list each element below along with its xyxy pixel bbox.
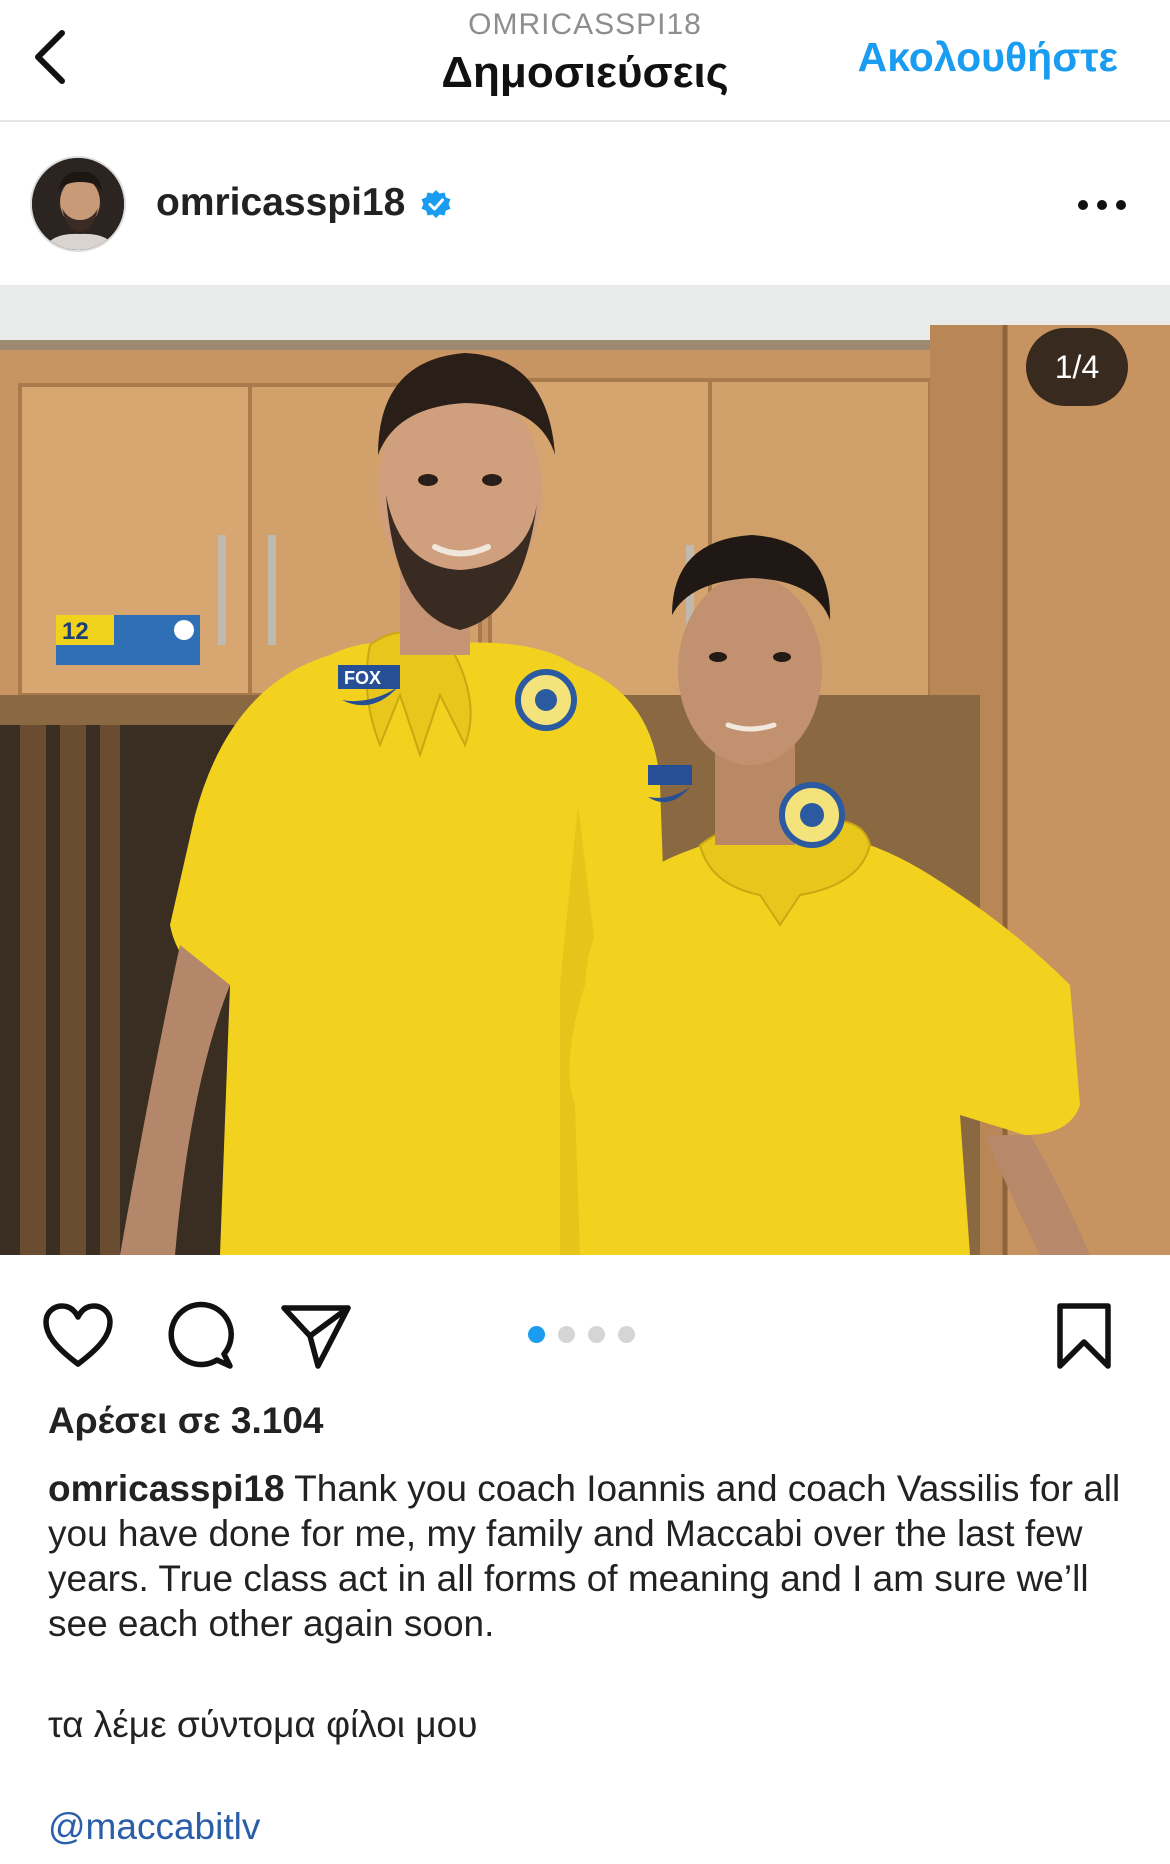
paper-plane-icon[interactable] <box>278 1298 354 1374</box>
bookmark-icon[interactable] <box>1046 1298 1122 1374</box>
follow-button[interactable]: Ακολουθήστε <box>858 34 1118 81</box>
heart-icon[interactable] <box>40 1298 116 1374</box>
more-horizontal-icon <box>1078 200 1088 210</box>
media-counter-badge: 1/4 <box>1026 328 1128 406</box>
carousel-dot <box>618 1326 635 1343</box>
carousel-dot-active <box>528 1326 545 1343</box>
verified-badge-icon <box>421 190 451 218</box>
likes-count[interactable]: Αρέσει σε 3.104 <box>48 1400 323 1442</box>
post-photo[interactable]: 12 FOX 1/4 <box>0 285 1170 1255</box>
comment-bubble-icon[interactable] <box>162 1298 238 1374</box>
caption-username[interactable]: omricasspi18 <box>48 1468 285 1509</box>
mention-link[interactable]: @maccabitlv <box>48 1806 260 1848</box>
top-navigation-bar: OMRICASSPI18 Δημοσιεύσεις Ακολουθήστε <box>0 0 1170 122</box>
avatar[interactable] <box>30 156 126 252</box>
locker-tag-number: 12 <box>62 618 89 645</box>
post-caption: omricasspi18 Thank you coach Ioannis and… <box>48 1466 1138 1646</box>
shirt-brand-text: FOX <box>344 668 381 688</box>
post-image: 12 FOX <box>0 285 1170 1255</box>
carousel-dot <box>558 1326 575 1343</box>
carousel-dot <box>588 1326 605 1343</box>
post-header: omricasspi18 <box>0 124 1170 284</box>
more-options-button[interactable] <box>1070 190 1134 220</box>
post-actions-bar <box>0 1256 1170 1406</box>
carousel-indicator <box>528 1326 635 1343</box>
caption-greek-line: τα λέμε σύντομα φίλοι μου <box>48 1704 478 1745</box>
post-username[interactable]: omricasspi18 <box>156 181 405 225</box>
